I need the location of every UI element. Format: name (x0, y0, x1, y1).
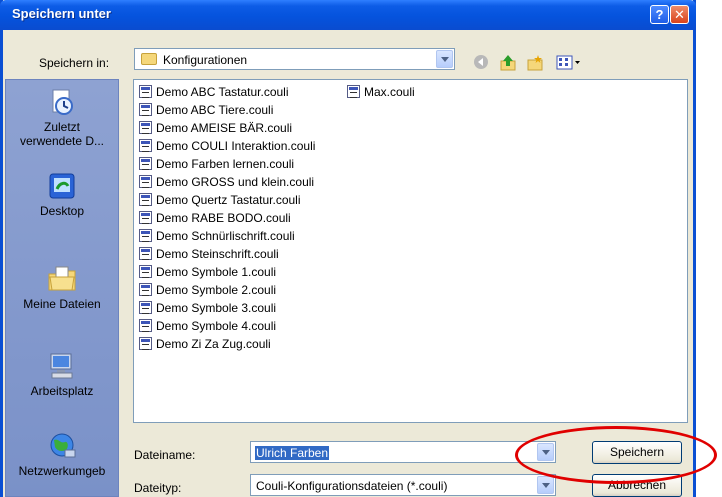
file-item[interactable]: Demo Quertz Tastatur.couli (139, 191, 301, 208)
file-name: Demo Schnürlischrift.couli (156, 229, 295, 243)
save-button[interactable]: Speichern (592, 441, 682, 464)
filename-combo[interactable]: Ulrich Farben (250, 441, 556, 463)
save-as-dialog: Speichern unter ? ✕ Speichern in: Konfig… (0, 0, 696, 497)
filename-value[interactable]: Ulrich Farben (255, 446, 330, 460)
file-item[interactable]: Demo Symbole 2.couli (139, 281, 276, 298)
file-item[interactable]: Demo COULI Interaktion.couli (139, 137, 315, 154)
file-name: Demo Zi Za Zug.couli (156, 337, 271, 351)
my-documents-icon (47, 264, 77, 294)
place-recent[interactable]: Zuletzt verwendete D... (6, 87, 118, 148)
file-name: Demo Symbole 3.couli (156, 301, 277, 315)
place-my-computer-label: Arbeitsplatz (30, 384, 94, 398)
file-item[interactable]: Demo Symbole 4.couli (139, 317, 276, 334)
file-item[interactable]: Demo Symbole 1.couli (139, 263, 276, 280)
file-name: Demo Farben lernen.couli (156, 157, 295, 171)
close-button[interactable]: ✕ (670, 5, 689, 24)
new-folder-icon[interactable] (526, 54, 544, 72)
file-item[interactable]: Demo Symbole 3.couli (139, 299, 276, 316)
couli-file-icon (139, 103, 152, 116)
file-item[interactable]: Demo ABC Tiere.couli (139, 101, 273, 118)
recent-documents-icon (47, 87, 77, 117)
file-item[interactable]: Max.couli (347, 83, 415, 100)
file-item[interactable]: Demo Steinschrift.couli (139, 245, 279, 262)
couli-file-icon (139, 139, 152, 152)
place-recent-label-2: verwendete D... (19, 134, 105, 148)
file-name: Demo AMEISE BÄR.couli (156, 121, 293, 135)
view-menu-icon[interactable] (556, 54, 582, 72)
file-name: Demo RABE BODO.couli (156, 211, 291, 225)
place-recent-label-1: Zuletzt (43, 120, 80, 134)
couli-file-icon (139, 265, 152, 278)
file-name: Demo Quertz Tastatur.couli (156, 193, 301, 207)
place-desktop-label: Desktop (39, 204, 85, 218)
network-icon (47, 431, 77, 461)
places-bar: Zuletzt verwendete D... Desktop Meine Da… (5, 79, 119, 497)
folder-icon (141, 53, 157, 65)
couli-file-icon (139, 283, 152, 296)
filename-label: Dateiname: (134, 448, 196, 462)
place-network[interactable]: Netzwerkumgeb (6, 431, 118, 478)
file-name: Demo Symbole 2.couli (156, 283, 277, 297)
cancel-button[interactable]: Abbrechen (592, 474, 682, 497)
file-name: Demo COULI Interaktion.couli (156, 139, 316, 153)
file-item[interactable]: Demo ABC Tastatur.couli (139, 83, 289, 100)
couli-file-icon (139, 229, 152, 242)
filetype-combo[interactable]: Couli-Konfigurationsdateien (*.couli) (250, 474, 556, 496)
desktop-icon (47, 171, 77, 201)
couli-file-icon (139, 337, 152, 350)
couli-file-icon (139, 211, 152, 224)
file-name: Demo ABC Tastatur.couli (156, 85, 289, 99)
location-value: Konfigurationen (163, 53, 248, 67)
file-item[interactable]: Demo Farben lernen.couli (139, 155, 294, 172)
location-label: Speichern in: (39, 56, 110, 70)
file-name: Max.couli (364, 85, 415, 99)
couli-file-icon (139, 301, 152, 314)
file-item[interactable]: Demo Schnürlischrift.couli (139, 227, 295, 244)
file-name: Demo GROSS und klein.couli (156, 175, 315, 189)
couli-file-icon (139, 85, 152, 98)
file-name: Demo Symbole 4.couli (156, 319, 277, 333)
file-name: Demo Steinschrift.couli (156, 247, 279, 261)
location-combo[interactable]: Konfigurationen (134, 48, 455, 70)
file-item[interactable]: Demo RABE BODO.couli (139, 209, 291, 226)
filetype-label: Dateityp: (134, 481, 182, 495)
file-name: Demo ABC Tiere.couli (156, 103, 274, 117)
filetype-value: Couli-Konfigurationsdateien (*.couli) (256, 479, 448, 493)
place-my-documents[interactable]: Meine Dateien (6, 264, 118, 311)
couli-file-icon (139, 247, 152, 260)
file-item[interactable]: Demo GROSS und klein.couli (139, 173, 314, 190)
my-computer-icon (47, 351, 77, 381)
chevron-down-icon[interactable] (537, 443, 554, 461)
dialog-title: Speichern unter (12, 6, 111, 21)
place-desktop[interactable]: Desktop (6, 171, 118, 218)
file-item[interactable]: Demo Zi Za Zug.couli (139, 335, 271, 352)
place-my-documents-label: Meine Dateien (23, 297, 101, 311)
couli-file-icon (139, 193, 152, 206)
help-button[interactable]: ? (650, 5, 669, 24)
couli-file-icon (139, 121, 152, 134)
place-network-label: Netzwerkumgeb (18, 464, 106, 478)
back-icon[interactable] (472, 54, 490, 72)
couli-file-icon (139, 319, 152, 332)
up-folder-icon[interactable] (499, 54, 517, 72)
couli-file-icon (347, 85, 360, 98)
place-my-computer[interactable]: Arbeitsplatz (6, 351, 118, 398)
couli-file-icon (139, 157, 152, 170)
chevron-down-icon[interactable] (537, 476, 554, 494)
file-item[interactable]: Demo AMEISE BÄR.couli (139, 119, 292, 136)
couli-file-icon (139, 175, 152, 188)
chevron-down-icon[interactable] (436, 50, 453, 68)
file-list[interactable]: Demo ABC Tastatur.couli Demo ABC Tiere.c… (133, 79, 688, 423)
title-bar[interactable]: Speichern unter ? ✕ (0, 0, 696, 30)
file-name: Demo Symbole 1.couli (156, 265, 277, 279)
